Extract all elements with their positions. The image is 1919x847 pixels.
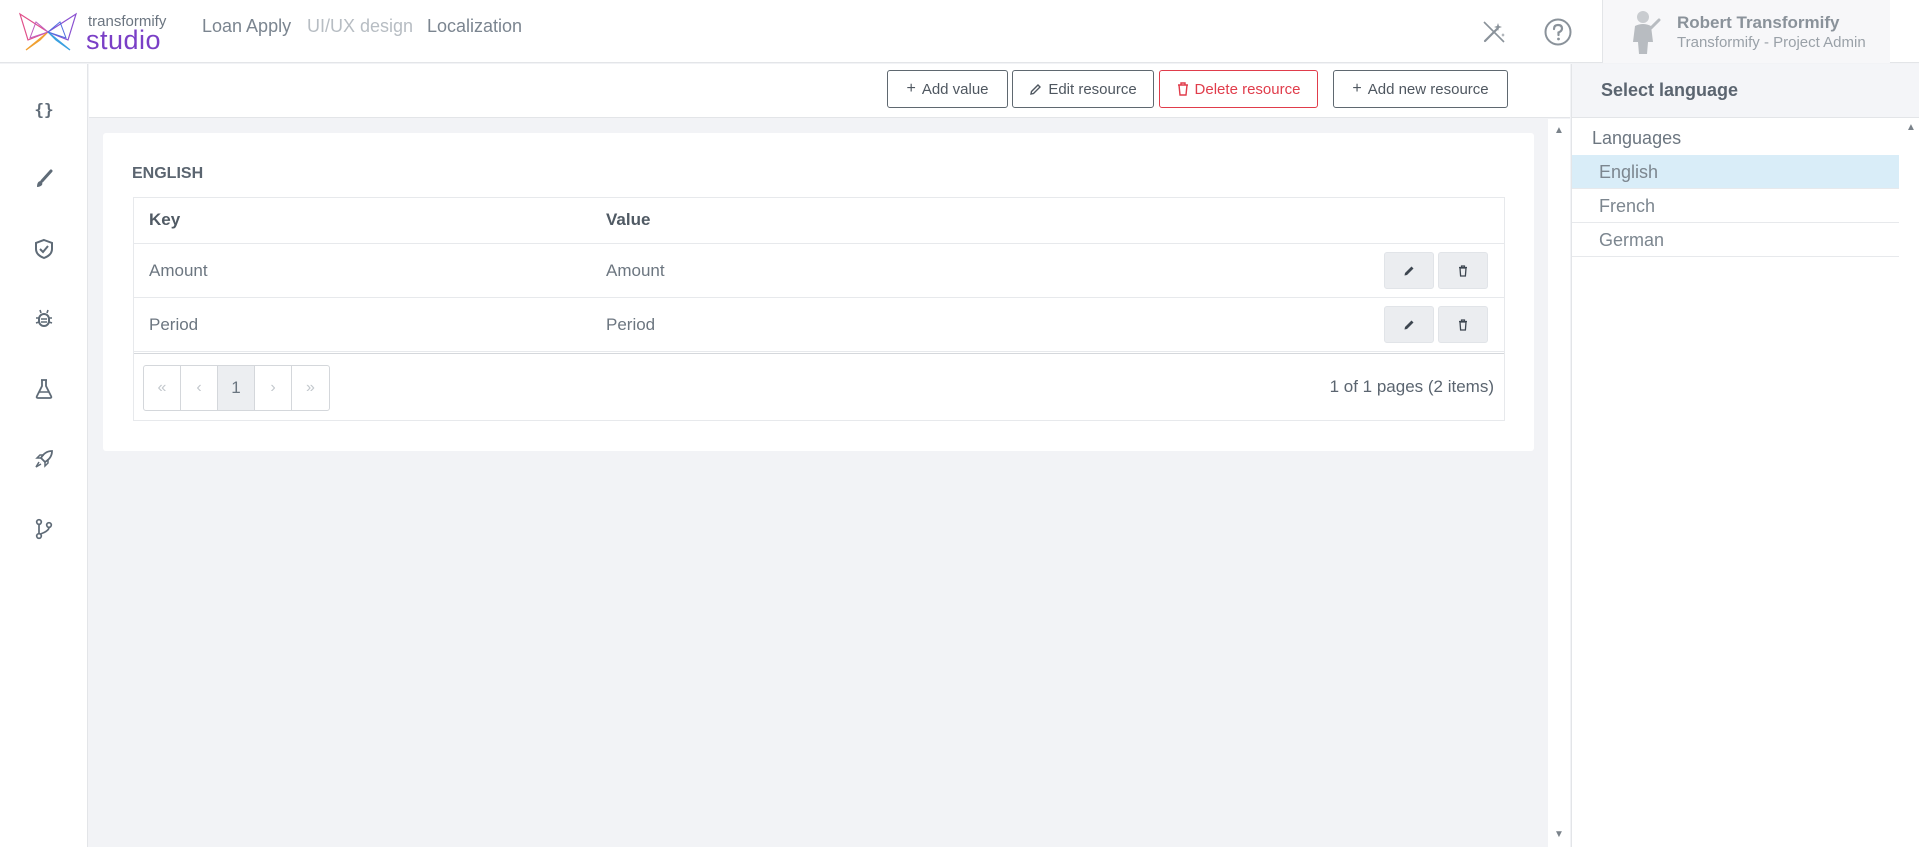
column-header-key[interactable]: Key bbox=[149, 210, 180, 230]
pager-info: 1 of 1 pages (2 items) bbox=[1329, 377, 1494, 396]
nav-ui-ux-design[interactable]: UI/UX design bbox=[307, 16, 413, 37]
column-header-value[interactable]: Value bbox=[606, 210, 650, 230]
language-panel: Select language ▲ Languages English Fren… bbox=[1571, 64, 1919, 847]
resource-grid: Key Value Amount Amount Period Period « … bbox=[133, 197, 1505, 421]
row-key: Amount bbox=[149, 261, 208, 280]
magic-wand-off-icon[interactable] bbox=[1478, 16, 1510, 48]
trash-icon bbox=[1459, 318, 1467, 331]
row-value: Amount bbox=[606, 261, 665, 280]
scroll-down-icon[interactable]: ▼ bbox=[1554, 829, 1564, 840]
brush-icon[interactable] bbox=[29, 164, 59, 194]
user-menu[interactable]: Robert Transformify Transformify - Proje… bbox=[1602, 0, 1890, 63]
trash-icon bbox=[1177, 82, 1188, 96]
add-new-resource-label: Add new resource bbox=[1367, 80, 1489, 98]
flask-icon[interactable] bbox=[29, 374, 59, 404]
language-panel-title: Select language bbox=[1601, 80, 1739, 100]
nav-loan-apply[interactable]: Loan Apply bbox=[202, 16, 291, 37]
rocket-icon[interactable] bbox=[29, 444, 59, 474]
user-name: Robert Transformify bbox=[1677, 13, 1840, 32]
pencil-icon bbox=[1404, 266, 1414, 275]
resource-language-title: ENGLISH bbox=[132, 165, 204, 182]
table-row[interactable]: Amount Amount bbox=[134, 244, 1504, 298]
add-new-resource-button[interactable]: + Add new resource bbox=[1333, 70, 1508, 108]
avatar bbox=[1623, 8, 1663, 54]
left-rail: {} bbox=[0, 64, 88, 847]
last-page-icon[interactable]: » bbox=[292, 366, 329, 410]
delete-row-button[interactable] bbox=[1438, 306, 1488, 343]
language-item-french[interactable]: French bbox=[1572, 189, 1899, 223]
table-row[interactable]: Period Period bbox=[134, 298, 1504, 352]
pencil-icon bbox=[1404, 320, 1414, 329]
language-item-english[interactable]: English bbox=[1572, 155, 1899, 189]
first-page-icon[interactable]: « bbox=[144, 366, 181, 410]
grid-pager: « ‹ 1 › » 1 of 1 pages (2 items) bbox=[134, 353, 1504, 420]
edit-resource-button[interactable]: Edit resource bbox=[1012, 70, 1154, 108]
scroll-up-icon[interactable]: ▲ bbox=[1906, 122, 1916, 133]
app-logo[interactable]: transformify studio bbox=[18, 8, 173, 56]
row-key: Period bbox=[149, 315, 199, 334]
user-role: Transformify - Project Admin bbox=[1677, 34, 1866, 51]
prev-page-icon[interactable]: ‹ bbox=[181, 366, 218, 410]
resource-toolbar: + Add value Edit resource Delete resourc… bbox=[89, 64, 1643, 118]
code-braces-icon[interactable]: {} bbox=[29, 94, 59, 124]
delete-row-button[interactable] bbox=[1438, 252, 1488, 289]
logo-text-big: studio bbox=[86, 25, 162, 55]
language-group-label: Languages bbox=[1592, 128, 1682, 148]
scroll-up-icon[interactable]: ▲ bbox=[1554, 125, 1564, 136]
main-scrollbar[interactable]: ▲ ▼ bbox=[1548, 119, 1570, 847]
nav-localization[interactable]: Localization bbox=[427, 16, 522, 37]
branch-icon[interactable] bbox=[29, 514, 59, 544]
language-label: French bbox=[1599, 196, 1656, 216]
help-icon[interactable] bbox=[1542, 16, 1574, 48]
butterfly-logo-icon bbox=[18, 12, 78, 51]
plus-icon: + bbox=[906, 80, 916, 97]
language-label: English bbox=[1599, 162, 1659, 182]
grid-header: Key Value bbox=[134, 198, 1504, 244]
language-panel-header: Select language bbox=[1572, 64, 1919, 118]
row-value: Period bbox=[606, 315, 656, 334]
page-number-button[interactable]: 1 bbox=[218, 366, 255, 410]
edit-row-button[interactable] bbox=[1384, 252, 1434, 289]
pagination: « ‹ 1 › » bbox=[143, 365, 330, 411]
edit-resource-label: Edit resource bbox=[1048, 80, 1137, 98]
delete-resource-label: Delete resource bbox=[1194, 80, 1301, 98]
bug-icon[interactable] bbox=[29, 304, 59, 334]
trash-icon bbox=[1459, 264, 1467, 277]
resource-card: ENGLISH Key Value Amount Amount Period P… bbox=[103, 133, 1534, 451]
edit-row-button[interactable] bbox=[1384, 306, 1434, 343]
add-value-button[interactable]: + Add value bbox=[887, 70, 1008, 108]
shield-check-icon[interactable] bbox=[29, 234, 59, 264]
add-value-label: Add value bbox=[921, 80, 989, 98]
language-item-german[interactable]: German bbox=[1572, 223, 1899, 257]
pencil-icon bbox=[1030, 83, 1042, 95]
top-bar: transformify studio Loan Apply UI/UX des… bbox=[0, 0, 1919, 63]
next-page-icon[interactable]: › bbox=[255, 366, 292, 410]
delete-resource-button[interactable]: Delete resource bbox=[1159, 70, 1318, 108]
language-label: German bbox=[1599, 230, 1665, 250]
plus-icon: + bbox=[1352, 80, 1362, 97]
